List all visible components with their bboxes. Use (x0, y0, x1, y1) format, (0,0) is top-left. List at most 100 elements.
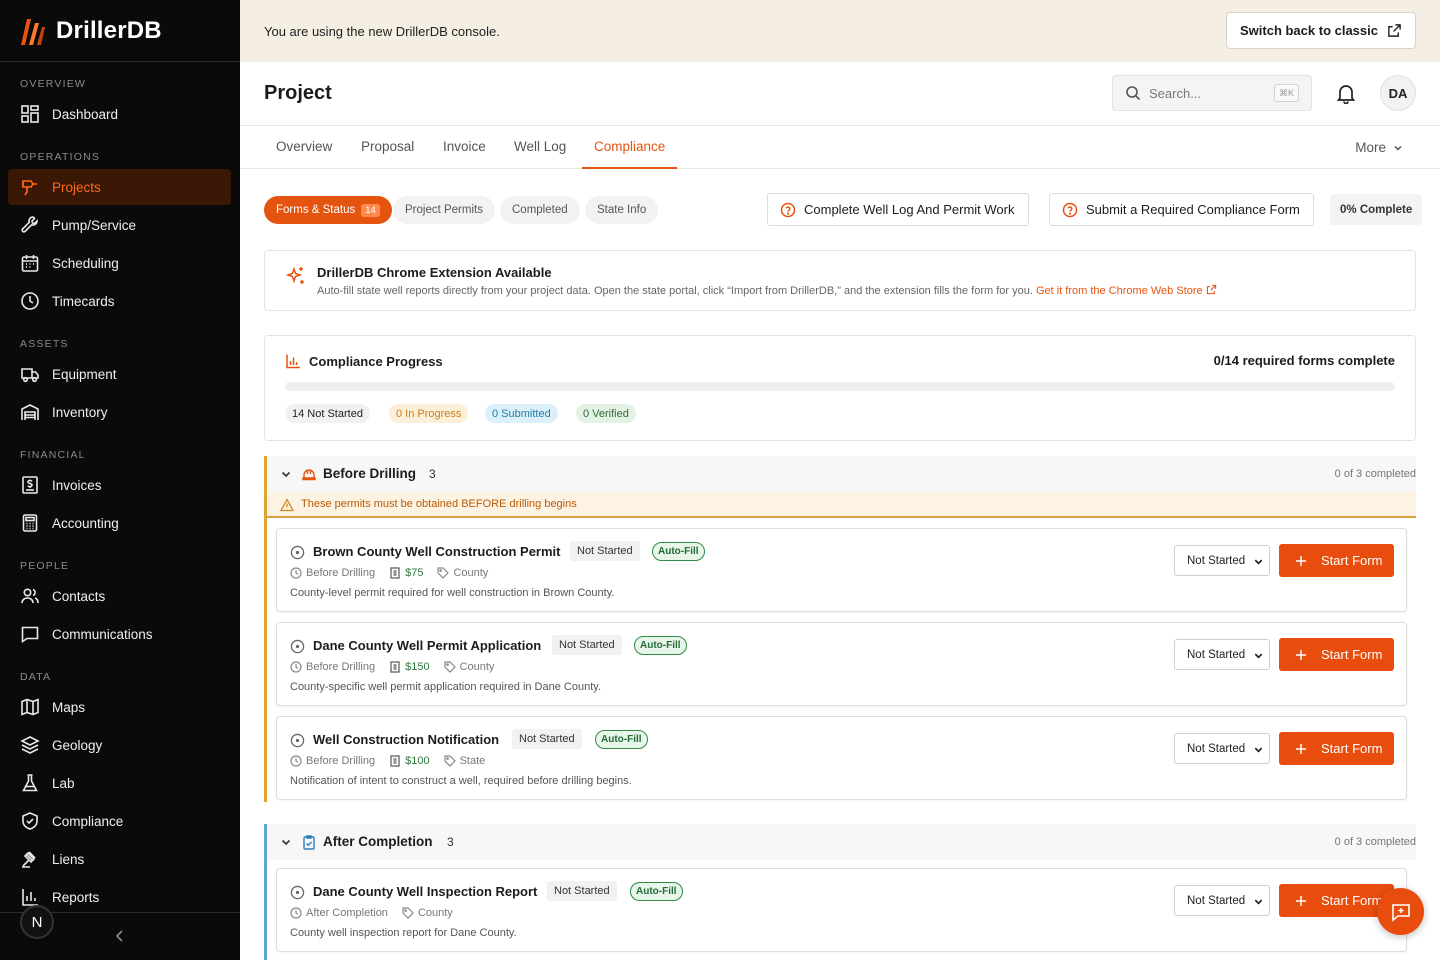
progress-bar (285, 382, 1395, 391)
section-completed: 0 of 3 completed (1334, 836, 1416, 848)
avatar[interactable]: DA (1380, 75, 1416, 111)
form-phase: Before Drilling (306, 661, 376, 673)
auto-fill-badge: Auto-Fill (630, 882, 683, 901)
form-phase: After Completion (306, 907, 388, 919)
form-phase: Before Drilling (306, 567, 376, 579)
form-title[interactable]: Brown County Well Construction Permit (313, 544, 561, 559)
sidebar-item-invoices[interactable]: Invoices (8, 467, 231, 503)
drillerdb-logo-icon (21, 18, 45, 45)
user-badge[interactable]: N (20, 905, 54, 939)
truck-icon (21, 368, 39, 383)
sidebar-item-inventory[interactable]: Inventory (8, 394, 231, 430)
sidebar-item-label: Inventory (52, 404, 108, 420)
chevron-down-icon (1394, 145, 1402, 151)
sidebar-item-label: Equipment (52, 366, 117, 382)
form-jurisdiction: County (417, 907, 453, 919)
form-title[interactable]: Dane County Well Permit Application (313, 638, 541, 653)
dashboard-icon (21, 105, 39, 123)
circle-status-icon (290, 733, 305, 748)
pill-state-info[interactable]: State Info (585, 196, 659, 224)
tag-icon (402, 907, 414, 919)
tab-well-log[interactable]: Well Log (502, 126, 578, 169)
sidebar-item-timecards[interactable]: Timecards (8, 283, 231, 319)
sidebar-item-dashboard[interactable]: Dashboard (8, 96, 231, 132)
sidebar-item-equipment[interactable]: Equipment (8, 356, 231, 392)
form-status-badge: Not Started (512, 729, 582, 749)
collapse-sidebar-icon[interactable] (112, 928, 128, 944)
calculator-icon (22, 514, 38, 532)
compliance-progress-card: Compliance Progress 0/14 required forms … (264, 335, 1416, 441)
percent-complete-badge: 0% Complete (1330, 194, 1423, 225)
start-form-button[interactable]: Start Form (1279, 638, 1394, 671)
sidebar-item-compliance[interactable]: Compliance (8, 803, 231, 839)
complete-well-log-button[interactable]: Complete Well Log And Permit Work (767, 193, 1029, 226)
pill-completed[interactable]: Completed (500, 196, 580, 224)
sidebar-item-liens[interactable]: Liens (8, 841, 231, 877)
layers-icon (20, 736, 40, 754)
form-status-select[interactable]: Not Started (1174, 639, 1270, 670)
switch-to-classic-button[interactable]: Switch back to classic (1225, 12, 1416, 49)
logo[interactable]: DrillerDB (0, 0, 240, 62)
form-status-select[interactable]: Not Started (1174, 545, 1270, 576)
sidebar-item-geology[interactable]: Geology (8, 727, 231, 763)
pill-count: 14 (361, 203, 380, 217)
more-tabs-button[interactable]: More (1355, 126, 1404, 169)
chevron-down-icon (281, 839, 291, 846)
form-fee: $75 (405, 567, 424, 579)
section-header[interactable]: Before Drilling 3 0 of 3 completed (267, 456, 1416, 492)
start-form-button[interactable]: Start Form (1279, 732, 1394, 765)
bell-icon[interactable] (1336, 82, 1356, 104)
form-meta: Before Drilling $100 State (290, 755, 485, 767)
app-name: DrillerDB (56, 16, 162, 44)
form-status-badge: Not Started (547, 881, 617, 901)
sidebar-item-pump-service[interactable]: Pump/Service (8, 207, 231, 243)
tab-overview[interactable]: Overview (264, 126, 344, 169)
tab-invoice[interactable]: Invoice (431, 126, 498, 169)
sidebar-item-label: Scheduling (52, 255, 119, 271)
extension-description: Auto-fill state well reports directly fr… (317, 284, 1217, 297)
pill-label: Forms & Status (276, 204, 356, 216)
submit-compliance-form-button[interactable]: Submit a Required Compliance Form (1049, 193, 1314, 226)
sidebar-item-label: Dashboard (52, 106, 119, 122)
form-status-select[interactable]: Not Started (1174, 885, 1270, 916)
clock-icon (290, 755, 302, 767)
auto-fill-badge: Auto-Fill (634, 636, 687, 655)
sidebar-item-communications[interactable]: Communications (8, 616, 231, 652)
pill-forms-status[interactable]: Forms & Status 14 (264, 196, 392, 224)
section-count: 3 (447, 835, 454, 849)
sidebar-item-accounting[interactable]: Accounting (8, 505, 231, 541)
section-count: 3 (429, 467, 436, 481)
form-title[interactable]: Dane County Well Inspection Report (313, 884, 537, 899)
search-input[interactable]: Search... ⌘K (1112, 75, 1312, 111)
sidebar-item-label: Projects (52, 179, 101, 195)
sidebar-item-lab[interactable]: Lab (8, 765, 231, 801)
nav-section-assets: ASSETS (20, 338, 69, 350)
form-status-select[interactable]: Not Started (1174, 733, 1270, 764)
console-banner: You are using the new DrillerDB console.… (240, 0, 1440, 62)
sidebar-item-label: Maps (52, 699, 86, 715)
hard-hat-icon (302, 469, 316, 481)
sidebar-item-contacts[interactable]: Contacts (8, 578, 231, 614)
section-header[interactable]: After Completion 3 0 of 3 completed (267, 824, 1416, 860)
sidebar-item-projects[interactable]: Projects (8, 169, 231, 205)
form-title[interactable]: Well Construction Notification (313, 732, 499, 747)
progress-title: Compliance Progress (309, 354, 443, 369)
chrome-web-store-link[interactable]: Get it from the Chrome Web Store (1036, 284, 1217, 297)
sidebar-item-scheduling[interactable]: Scheduling (8, 245, 231, 281)
banner-message: You are using the new DrillerDB console. (264, 23, 500, 39)
nav-section-people: PEOPLE (20, 560, 70, 572)
tab-compliance[interactable]: Compliance (582, 126, 678, 169)
feedback-button[interactable] (1377, 888, 1424, 935)
section-warning: These permits must be obtained BEFORE dr… (267, 492, 1416, 518)
pill-project-permits[interactable]: Project Permits (393, 196, 495, 224)
sidebar-item-maps[interactable]: Maps (8, 689, 231, 725)
sidebar-item-label: Compliance (52, 813, 124, 829)
plus-icon (1296, 649, 1306, 660)
tab-proposal[interactable]: Proposal (349, 126, 426, 169)
form-status-select-value: Not Started (1187, 648, 1246, 661)
plus-icon (1296, 555, 1306, 566)
start-form-button[interactable]: Start Form (1279, 544, 1394, 577)
form-jurisdiction: County (453, 567, 489, 579)
section-title: Before Drilling (323, 466, 417, 481)
page-header: Project Search... ⌘K DA (240, 62, 1440, 126)
